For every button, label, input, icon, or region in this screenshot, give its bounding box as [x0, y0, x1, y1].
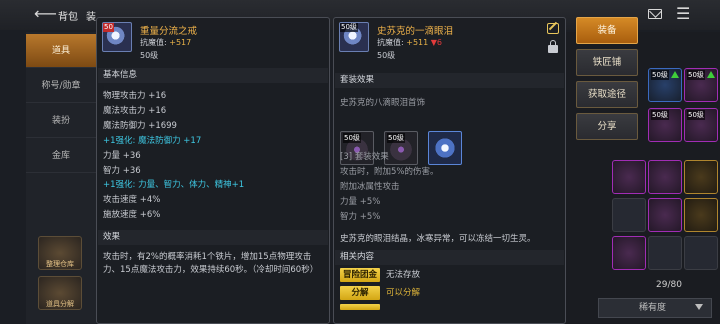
disassemble-status: 可以分解 [386, 288, 421, 298]
item-level: 50级 [140, 51, 159, 60]
upgrade-arrow-icon [671, 71, 679, 78]
effect-header: 效果 [98, 230, 328, 245]
related-header: 相关内容 [335, 250, 564, 265]
selected-item-tooltip: 50级 史苏克的一滴眼泪 抗魔值: +511 ▼6 50级 套装效果 史苏克的八… [333, 17, 566, 324]
edit-icon[interactable] [547, 23, 559, 34]
slot-level: 50级 [651, 70, 669, 80]
anti-magic-label: 抗魔值: [377, 38, 404, 47]
anti-magic-value: +517 [169, 38, 192, 47]
set-piece-slot[interactable] [428, 131, 462, 165]
menu-icon[interactable]: ☰ [676, 4, 690, 23]
item-name: 史苏克的一滴眼泪 [377, 26, 454, 37]
teardrop-icon: 50级 [339, 22, 369, 52]
set-effect-line: 力量 +5% [340, 197, 381, 207]
set-effect-title: [3] 套装效果 [340, 152, 389, 162]
stat-line: 魔法攻击力 +16 [103, 106, 167, 116]
inventory-slot[interactable] [612, 198, 646, 232]
stat-line: 施放速度 +6% [103, 210, 161, 220]
sort-select[interactable]: 稀有度 [598, 298, 712, 318]
inventory-slot[interactable] [612, 236, 646, 270]
stat-line: 力量 +36 [103, 151, 141, 161]
obtain-route-button[interactable]: 获取途径 [576, 81, 638, 108]
set-effect-line: 智力 +5% [340, 212, 381, 222]
item-level-badge: 50级 [340, 23, 358, 32]
slot-level: 50级 [687, 110, 705, 120]
set-piece-slot[interactable]: 50级 [384, 131, 418, 165]
set-effect-line: 攻击时，附加5%的伤害。 [340, 167, 439, 177]
enhance-line: +1强化: 魔法防御力 +17 [103, 136, 202, 146]
item-anti-magic: 抗魔值: +511 ▼6 [377, 37, 442, 48]
nav-item-vault[interactable]: 金库 [26, 139, 96, 173]
upgrade-arrow-icon [707, 71, 715, 78]
anti-magic-value: +511 [406, 38, 429, 47]
set-effect-line: 附加冰属性攻击 [340, 182, 400, 192]
set-piece-level: 50级 [343, 133, 361, 143]
stat-line: 攻击速度 +4% [103, 195, 161, 205]
back-arrow-icon[interactable]: ⟵ [34, 4, 57, 23]
inventory-slot[interactable] [684, 160, 718, 194]
inventory-slot[interactable] [684, 198, 718, 232]
lock-icon[interactable] [548, 40, 558, 53]
inventory-slot[interactable] [684, 236, 718, 270]
inventory-slot[interactable]: 50级 [684, 68, 718, 102]
vault-tag: 冒险团金库 [340, 268, 380, 294]
page-title-suffix: 装 [86, 12, 96, 23]
nav-item-titles[interactable]: 称号/勋章 [26, 69, 96, 103]
anti-magic-label: 抗魔值: [140, 38, 167, 47]
set-piece-level: 50级 [387, 133, 405, 143]
ring-icon: 50 [102, 22, 132, 52]
set-name: 史苏克的八滴眼泪首饰 [340, 98, 426, 108]
inventory-slot[interactable] [648, 160, 682, 194]
inventory-slot[interactable] [612, 160, 646, 194]
flavor-text: 史苏克的眼泪结晶，冰寒异常，可以冻结一切生灵。 [340, 234, 536, 244]
share-button[interactable]: 分享 [576, 113, 638, 140]
stat-line: 物理攻击力 +16 [103, 91, 167, 101]
stat-line: 智力 +36 [103, 166, 141, 176]
stat-line: 魔法防御力 +1699 [103, 121, 177, 131]
inventory-slot[interactable] [648, 198, 682, 232]
vault-status: 无法存放 [386, 270, 421, 280]
inventory-slot[interactable]: 50级 [684, 108, 718, 142]
disassemble-button[interactable]: 道具分解 [38, 276, 82, 310]
inventory-slot[interactable]: 50级 [648, 68, 682, 102]
item-name: 重量分流之戒 [140, 26, 198, 37]
item-level: 50级 [377, 51, 396, 60]
enhance-line: +1强化: 力量、智力、体力、精神+1 [103, 180, 245, 190]
inventory-count: 29/80 [656, 280, 682, 290]
set-effect-header: 套装效果 [335, 73, 564, 88]
inventory-slot[interactable] [648, 236, 682, 270]
item-level-badge: 50 [103, 23, 114, 32]
equipped-item-tooltip: 50 重量分流之戒 抗魔值: +517 50级 基本信息 物理攻击力 +16 魔… [96, 17, 330, 324]
equip-button[interactable]: 装备 [576, 17, 638, 44]
slot-level: 50级 [651, 110, 669, 120]
nav-item-avatar[interactable]: 装扮 [26, 104, 96, 138]
disassemble-tag: 分解 [340, 286, 380, 300]
anti-magic-diff: ▼6 [430, 38, 443, 47]
mail-icon[interactable] [648, 9, 662, 19]
effect-text: 攻击时，有2%的概率消耗1个铁片，增加15点物理攻击力、15点魔法攻击力，效果持… [103, 252, 319, 275]
smith-button[interactable]: 铁匠铺 [576, 49, 638, 76]
basic-info-header: 基本信息 [98, 68, 328, 83]
partial-tag [340, 304, 380, 310]
item-anti-magic: 抗魔值: +517 [140, 37, 191, 48]
inventory-slot[interactable]: 50级 [648, 108, 682, 142]
page-title: 背包 [58, 12, 78, 23]
sort-inventory-button[interactable]: 整理仓库 [38, 236, 82, 270]
nav-item-items[interactable]: 道具 [26, 34, 96, 68]
slot-level: 50级 [687, 70, 705, 80]
